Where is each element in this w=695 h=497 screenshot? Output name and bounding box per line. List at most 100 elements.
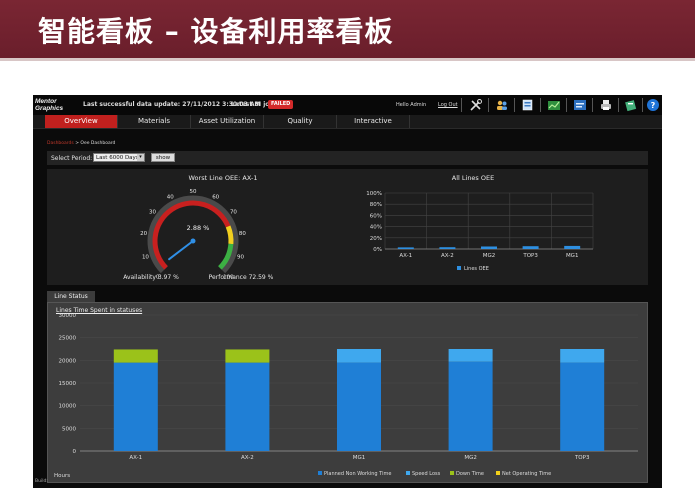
gauge-tick-label: 70 xyxy=(230,210,237,216)
oee-x-tick: MG2 xyxy=(483,253,496,259)
oee-bar[interactable] xyxy=(439,247,456,249)
period-toolbar: Select Period: Last 6000 Days ▾ show xyxy=(47,151,648,165)
build-label: Build: xyxy=(35,479,48,484)
status-y-tick: 20000 xyxy=(59,358,77,364)
oee-y-tick: 80% xyxy=(370,202,382,208)
status-bar-segment[interactable] xyxy=(113,362,158,451)
legend-swatch xyxy=(496,471,500,475)
gauge-value: 2.88 % xyxy=(187,224,210,232)
toolbar-separator xyxy=(592,98,593,112)
help-icon[interactable]: ? xyxy=(646,98,660,112)
chart-icon[interactable] xyxy=(547,98,561,112)
legend-swatch xyxy=(406,471,410,475)
availability-label: Availability 3.97 % xyxy=(123,274,179,281)
gauge-needle xyxy=(168,240,194,261)
mentor-graphics-logo: Mentor Graphics xyxy=(35,98,64,112)
kpi-panel: Worst Line OEE: AX-1 0 10 20 30 40 50 60 70 80 90… xyxy=(47,169,648,285)
oee-bar[interactable] xyxy=(481,246,497,249)
toolbar-separator xyxy=(488,98,489,112)
status-y-tick: 25000 xyxy=(59,336,77,342)
tools-icon[interactable] xyxy=(469,98,483,112)
tab-overview[interactable]: OverView xyxy=(45,115,118,128)
oee-bar[interactable] xyxy=(564,245,581,249)
oee-bar[interactable] xyxy=(522,246,539,249)
gauge-tick-label: 50 xyxy=(190,189,197,195)
oee-y-tick: 20% xyxy=(370,236,382,242)
tab-interactive[interactable]: Interactive xyxy=(337,115,410,128)
toolbar-separator xyxy=(540,98,541,112)
oee-y-tick: 60% xyxy=(370,213,382,219)
gauge-bezel xyxy=(147,195,239,274)
chevron-down-icon: ▾ xyxy=(137,154,144,161)
status-x-tick: TOP3 xyxy=(574,455,590,461)
breadcrumb-dashboards[interactable]: Dashboards xyxy=(47,141,74,146)
oee-y-tick: 0% xyxy=(373,247,382,253)
tab-line-status[interactable]: Line Status xyxy=(47,291,95,302)
status-bar-segment[interactable] xyxy=(113,349,158,363)
status-y-tick: 30000 xyxy=(59,313,77,319)
oee-x-tick: MG1 xyxy=(566,253,579,259)
main-nav: OverView Materials Asset Utilization Qua… xyxy=(33,115,662,129)
select-period-label: Select Period: xyxy=(51,155,93,162)
report-icon[interactable] xyxy=(573,98,587,112)
status-bar-segment[interactable] xyxy=(225,362,270,451)
status-y-tick: 15000 xyxy=(59,381,77,387)
breadcrumb-current: Oee Dashboard xyxy=(80,141,116,146)
toolbar-separator xyxy=(514,98,515,112)
slide-title-bar: 智能看板 – 设备利用率看板 xyxy=(0,0,695,61)
tab-materials[interactable]: Materials xyxy=(118,115,191,128)
legend-label: Speed Loss xyxy=(412,471,441,477)
show-button[interactable]: show xyxy=(151,153,175,162)
status-bar-segment[interactable] xyxy=(337,349,381,363)
status-x-tick: MG2 xyxy=(464,455,477,461)
legend-lines-oee: Lines OEE xyxy=(464,266,489,272)
slide-title: 智能看板 – 设备利用率看板 xyxy=(38,15,394,48)
performance-label: Performance 72.59 % xyxy=(209,274,274,281)
tab-asset-utilization[interactable]: Asset Utilization xyxy=(191,115,264,128)
export-icon[interactable] xyxy=(624,98,638,112)
gauge-hub xyxy=(190,238,196,244)
status-bar-segment[interactable] xyxy=(337,362,381,451)
tab-quality[interactable]: Quality xyxy=(264,115,337,128)
status-bar-segment[interactable] xyxy=(448,349,493,362)
period-select[interactable]: Last 6000 Days ▾ xyxy=(93,153,145,162)
edit-icon[interactable] xyxy=(521,98,535,112)
oee-x-tick: AX-2 xyxy=(441,253,454,259)
legend-label: Down Time xyxy=(456,471,484,477)
oee-bar[interactable] xyxy=(397,247,414,249)
svg-text:?: ? xyxy=(651,101,656,110)
legend-label: Net Operating Time xyxy=(502,471,551,477)
print-icon[interactable] xyxy=(599,98,613,112)
gauge-tick-label: 40 xyxy=(167,194,174,200)
legend-label: Planned Non Working Time xyxy=(324,471,391,477)
status-y-tick: 5000 xyxy=(62,426,76,432)
gauge-band-red xyxy=(152,200,231,270)
status-bar-segment[interactable] xyxy=(560,349,605,363)
oee-x-tick: TOP3 xyxy=(522,253,538,259)
status-bar-segment[interactable] xyxy=(225,349,270,363)
breadcrumb: Dashboards > Oee Dashboard xyxy=(47,141,116,146)
oee-gauge: Worst Line OEE: AX-1 0102030405060708090… xyxy=(123,174,273,281)
logout-link[interactable]: Log Out xyxy=(438,102,458,108)
legend-swatch-lines-oee xyxy=(457,266,461,270)
legend-swatch xyxy=(450,471,454,475)
toolbar-separator xyxy=(461,98,462,112)
gauge-tick-label: 30 xyxy=(149,210,156,216)
gauge-title: Worst Line OEE: AX-1 xyxy=(189,174,258,182)
status-bar-segment[interactable] xyxy=(448,361,493,451)
gauge-tick-label: 80 xyxy=(239,231,246,237)
y-axis-label: Hours xyxy=(54,473,70,479)
status-bar-segment[interactable] xyxy=(560,362,605,451)
gauge-tick-label: 10 xyxy=(142,254,149,260)
oee-y-tick: 40% xyxy=(370,225,382,231)
oee-y-tick: 100% xyxy=(366,191,382,197)
toolbar-separator xyxy=(618,98,619,112)
legend-swatch xyxy=(318,471,322,475)
gauge-tick-label: 90 xyxy=(237,254,244,260)
status-y-tick: 10000 xyxy=(59,404,77,410)
hello-user: Hello Admin xyxy=(396,102,427,108)
status-x-tick: AX-1 xyxy=(129,455,142,461)
gauge-band-yellow xyxy=(225,225,234,245)
users-icon[interactable] xyxy=(495,98,509,112)
gauge-tick-label: 60 xyxy=(212,194,219,200)
